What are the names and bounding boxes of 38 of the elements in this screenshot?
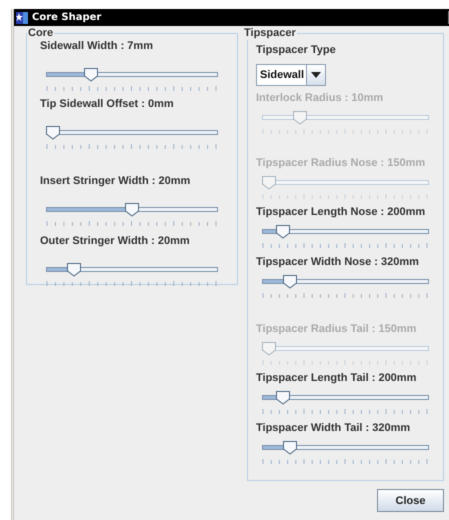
slider-thumb[interactable] (282, 440, 298, 455)
slider[interactable] (46, 67, 218, 82)
slider-thumb[interactable] (274, 390, 291, 405)
type-dropdown[interactable]: Sidewall (256, 64, 326, 86)
slider[interactable] (262, 390, 429, 405)
app-icon (16, 12, 28, 24)
slider[interactable] (262, 274, 429, 289)
slider-thumb[interactable] (66, 262, 82, 277)
slider-label: Tipspacer Width Tail : 320mm (256, 422, 410, 435)
slider-thumb[interactable] (124, 202, 140, 217)
slider-label: Tipspacer Length Nose : 200mm (256, 206, 426, 219)
slider-thumb[interactable] (282, 274, 298, 289)
window-title: Core Shaper (32, 12, 102, 23)
slider[interactable] (262, 110, 429, 125)
slider[interactable] (46, 125, 218, 140)
slider[interactable] (46, 202, 218, 217)
caret-icon (311, 72, 321, 78)
slider[interactable] (262, 224, 429, 239)
slider-label: Tipspacer Width Nose : 320mm (256, 256, 419, 269)
slider-label: Sidewall Width : 7mm (40, 40, 153, 53)
close-button[interactable]: Close (377, 489, 444, 512)
slider-label: Tip Sidewall Offset : 0mm (40, 98, 174, 111)
slider-label: Insert Stringer Width : 20mm (40, 175, 190, 188)
slider-thumb[interactable] (82, 67, 99, 82)
slider[interactable] (262, 341, 429, 356)
slider-label: Tipspacer Radius Tail : 150mm (256, 323, 416, 336)
slider-label: Tipspacer Length Tail : 200mm (256, 372, 416, 385)
slider-thumb[interactable] (45, 125, 61, 140)
slider-label: Outer Stringer Width : 20mm (40, 235, 190, 248)
slider[interactable] (46, 262, 218, 277)
slider[interactable] (262, 175, 429, 190)
slider[interactable] (262, 440, 429, 455)
field-label: Tipspacer Type (256, 44, 336, 56)
slider-label: Tipspacer Radius Nose : 150mm (256, 157, 426, 170)
panel-title: Core (27, 27, 54, 40)
panel-title: Tipspacer (243, 27, 297, 40)
slider-label: Interlock Radius : 10mm (256, 92, 384, 105)
slider-thumb[interactable] (274, 224, 291, 239)
